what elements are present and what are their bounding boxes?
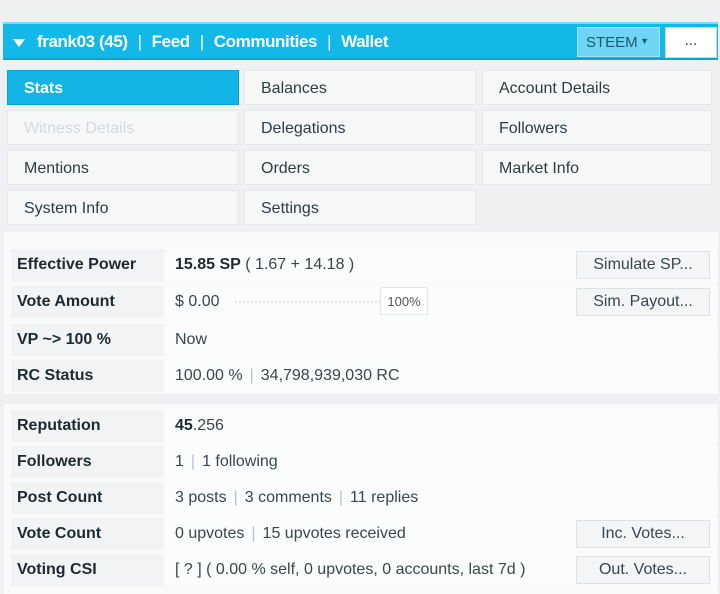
tab-balances[interactable]: Balances bbox=[244, 70, 476, 105]
tab-delegations[interactable]: Delegations bbox=[244, 110, 476, 145]
stat-label: Effective Power bbox=[11, 249, 164, 281]
stat-label: Followers bbox=[11, 446, 164, 478]
nav-links: frank03 (45) | Feed | Communities | Wallet bbox=[37, 32, 389, 52]
top-nav-bar: frank03 (45) | Feed | Communities | Wallet STE… bbox=[3, 22, 718, 60]
stat-value: 100.00 % | 34,798,939,030 RC bbox=[167, 360, 716, 392]
tab-followers[interactable]: Followers bbox=[482, 110, 712, 145]
stat-row-followers: Followers 1 | 1 following bbox=[11, 446, 716, 478]
stat-label: Vote Count bbox=[11, 518, 164, 550]
replies-count: 11 replies bbox=[350, 489, 419, 506]
stat-row-reputation: Reputation 45.256 bbox=[11, 410, 716, 442]
account-link[interactable]: frank03 (45) bbox=[37, 32, 128, 52]
vote-weight-percent[interactable]: 100% bbox=[380, 287, 428, 315]
nav-separator: | bbox=[199, 32, 204, 51]
reputation-int: 45 bbox=[175, 417, 193, 434]
stat-row-voting-csi: Voting CSI [ ? ] ( 0.00 % self, 0 upvote… bbox=[11, 554, 716, 586]
rc-amount: 34,798,939,030 RC bbox=[260, 367, 400, 384]
upvotes-received: 15 upvotes received bbox=[262, 525, 406, 542]
nav-separator: | bbox=[137, 32, 142, 51]
tab-orders[interactable]: Orders bbox=[244, 150, 476, 185]
comments-count: 3 comments bbox=[244, 489, 332, 506]
stat-row-rc-status: RC Status 100.00 % | 34,798,939,030 RC bbox=[11, 360, 716, 392]
stat-label: Reputation bbox=[11, 410, 164, 442]
stat-label: RC Status bbox=[11, 360, 164, 392]
chain-select-value: STEEM bbox=[586, 34, 638, 51]
divider: | bbox=[251, 525, 256, 542]
out-votes-button[interactable]: Out. Votes... bbox=[576, 556, 710, 584]
tab-settings[interactable]: Settings bbox=[244, 190, 476, 225]
effective-power-detail: ( 1.67 + 14.18 ) bbox=[245, 256, 355, 273]
sim-payout-button[interactable]: Sim. Payout... bbox=[576, 288, 710, 316]
followers-count[interactable]: 1 bbox=[175, 453, 184, 470]
upvotes-count: 0 upvotes bbox=[175, 525, 245, 542]
divider: | bbox=[190, 453, 196, 470]
tab-stats[interactable]: Stats bbox=[7, 70, 239, 105]
chain-select[interactable]: STEEM ▼ bbox=[577, 27, 660, 57]
stat-row-vote-amount: Vote Amount $ 0.00 100% Sim. Payout... bbox=[11, 286, 716, 318]
vote-weight-slider[interactable] bbox=[235, 301, 381, 304]
stat-row-vote-count: Vote Count 0 upvotes | 15 upvotes received… bbox=[11, 518, 716, 550]
nav-feed-link[interactable]: Feed bbox=[152, 32, 190, 52]
stat-row-effective-power: Effective Power 15.85 SP ( 1.67 + 14.18 … bbox=[11, 249, 716, 281]
vote-amount-value: $ 0.00 bbox=[175, 293, 220, 310]
stat-value: 45.256 bbox=[167, 410, 716, 442]
vp-value: Now bbox=[167, 324, 716, 356]
tab-system-info[interactable]: System Info bbox=[7, 190, 239, 225]
stat-row-vp: VP ~> 100 % Now bbox=[11, 324, 716, 356]
posts-count: 3 posts bbox=[175, 489, 227, 506]
stat-label: Post Count bbox=[11, 482, 164, 514]
tab-account-details[interactable]: Account Details bbox=[482, 70, 712, 105]
divider: | bbox=[338, 489, 344, 506]
nav-wallet-link[interactable]: Wallet bbox=[341, 32, 388, 52]
divider: | bbox=[249, 367, 254, 384]
stat-label: Voting CSI bbox=[11, 554, 164, 586]
inc-votes-button[interactable]: Inc. Votes... bbox=[576, 520, 710, 548]
nav-separator: | bbox=[327, 32, 332, 51]
tab-mentions[interactable]: Mentions bbox=[7, 150, 239, 185]
tab-witness-details: Witness Details bbox=[7, 110, 239, 145]
stats-panel: Effective Power 15.85 SP ( 1.67 + 14.18 … bbox=[4, 232, 718, 594]
stat-value: 3 posts | 3 comments | 11 replies bbox=[167, 482, 716, 514]
rc-percent: 100.00 % bbox=[175, 367, 243, 384]
stat-row-post-count: Post Count 3 posts | 3 comments | 11 replies bbox=[11, 482, 716, 514]
section-divider bbox=[4, 394, 718, 404]
tab-market-info[interactable]: Market Info bbox=[482, 150, 712, 185]
following-count[interactable]: 1 following bbox=[202, 453, 278, 470]
stat-label: Vote Amount bbox=[11, 286, 164, 318]
caret-down-icon[interactable] bbox=[13, 39, 25, 47]
select-caret-icon: ▼ bbox=[640, 36, 649, 46]
reputation-dec: .256 bbox=[192, 417, 224, 434]
stat-value: 1 | 1 following bbox=[167, 446, 716, 478]
more-button[interactable]: ... bbox=[665, 27, 717, 58]
simulate-sp-button[interactable]: Simulate SP... bbox=[576, 251, 710, 279]
stat-label: VP ~> 100 % bbox=[11, 324, 164, 356]
divider: | bbox=[233, 489, 238, 506]
effective-power-value: 15.85 SP bbox=[175, 256, 241, 273]
nav-communities-link[interactable]: Communities bbox=[214, 32, 318, 52]
